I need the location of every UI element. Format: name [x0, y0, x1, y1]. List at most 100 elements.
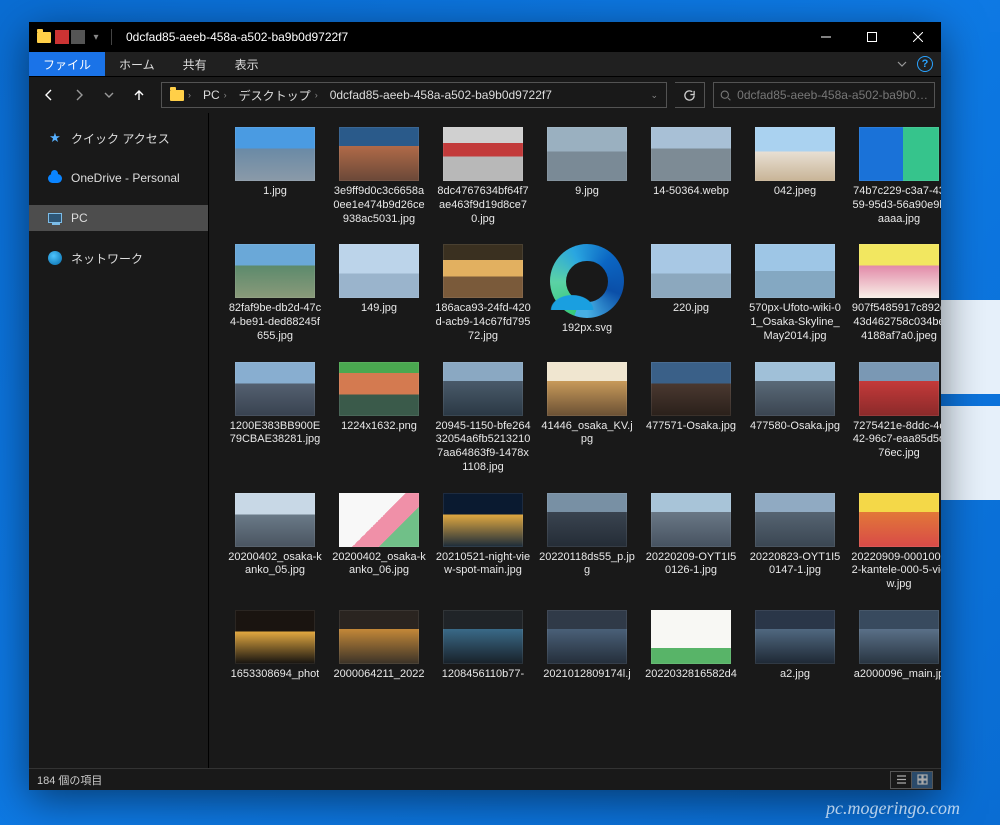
file-thumbnail [235, 362, 315, 416]
file-thumbnail [651, 610, 731, 664]
file-thumbnail [443, 127, 523, 181]
file-thumbnail [547, 127, 627, 181]
file-item[interactable]: 82faf9be-db2d-47c4-be91-ded88245f655.jpg [227, 244, 323, 343]
tab-view[interactable]: 表示 [221, 52, 273, 76]
address-dropdown-icon[interactable]: ⌄ [644, 90, 664, 101]
file-item[interactable]: 1224x1632.png [331, 362, 427, 475]
file-name-label: 570px-Ufoto-wiki-01_Osaka-Skyline_May201… [747, 302, 843, 343]
close-button[interactable] [895, 22, 941, 52]
file-item[interactable]: 1653308694_phot [227, 610, 323, 682]
file-item[interactable]: 1208456110b77- [435, 610, 531, 682]
back-button[interactable] [35, 81, 63, 109]
file-name-label: 192px.svg [562, 322, 612, 336]
file-list-pane[interactable]: 1.jpg3e9ff9d0c3c6658a0ee1e474b9d26ce938a… [209, 113, 941, 768]
file-item[interactable]: 907f5485917c892d43d462758c034be4188af7a0… [851, 244, 941, 343]
forward-button[interactable] [65, 81, 93, 109]
qat-dropdown-icon[interactable]: ▾ [87, 28, 105, 46]
edge-icon [550, 244, 624, 318]
file-item[interactable]: 9.jpg [539, 127, 635, 226]
file-item[interactable]: 20200402_osaka-kanko_06.jpg [331, 493, 427, 592]
file-item[interactable]: a2000096_main.jp [851, 610, 941, 682]
explorer-body: ★ クイック アクセス OneDrive - Personal PC ネットワー… [29, 113, 941, 768]
file-item[interactable]: 1200E383BB900E79CBAE38281.jpg [227, 362, 323, 475]
ribbon-tabs: ファイル ホーム 共有 表示 ? [29, 52, 941, 77]
quick-access-toolbar: ▾ [29, 28, 122, 46]
file-thumbnail [859, 127, 939, 181]
refresh-button[interactable] [675, 82, 705, 108]
sidebar-item-onedrive[interactable]: OneDrive - Personal [29, 165, 208, 191]
file-item[interactable]: 41446_osaka_KV.jpg [539, 362, 635, 475]
file-item[interactable]: 7275421e-8ddc-4c42-96c7-eaa85d5d76ec.jpg [851, 362, 941, 475]
file-item[interactable]: 74b7c229-c3a7-4359-95d3-56a90e9baaaa.jpg [851, 127, 941, 226]
file-thumbnail [651, 362, 731, 416]
recent-locations-button[interactable] [95, 81, 123, 109]
qat-icon-1[interactable] [55, 30, 69, 44]
file-name-label: 149.jpg [361, 302, 397, 316]
file-item[interactable]: 570px-Ufoto-wiki-01_Osaka-Skyline_May201… [747, 244, 843, 343]
file-item[interactable]: 20220909-00010002-kantele-000-5-view.jpg [851, 493, 941, 592]
file-item[interactable]: 20220118ds55_p.jpg [539, 493, 635, 592]
tab-share[interactable]: 共有 [169, 52, 221, 76]
cloud-icon [47, 170, 63, 186]
qat-icon-2[interactable] [71, 30, 85, 44]
sidebar-item-network[interactable]: ネットワーク [29, 245, 208, 271]
file-item[interactable]: 186aca93-24fd-420d-acb9-14c67fd79572.jpg [435, 244, 531, 343]
file-thumbnail [235, 493, 315, 547]
file-name-label: 8dc4767634bf64f7ae463f9d19d8ce70.jpg [435, 185, 531, 226]
ribbon-expand-button[interactable] [887, 52, 917, 76]
search-box[interactable]: 0dcfad85-aeeb-458a-a502-ba9b0d9722... [713, 82, 935, 108]
address-bar[interactable]: › PC› デスクトップ› 0dcfad85-aeeb-458a-a502-ba… [161, 82, 667, 108]
file-item[interactable]: 20945-1150-bfe26432054a6fb52132107aa6486… [435, 362, 531, 475]
tab-home[interactable]: ホーム [105, 52, 169, 76]
file-item[interactable]: 2000064211_2022 [331, 610, 427, 682]
file-item[interactable]: 2022032816582d4 [643, 610, 739, 682]
titlebar: ▾ 0dcfad85-aeeb-458a-a502-ba9b0d9722f7 [29, 22, 941, 52]
file-name-label: 20220118ds55_p.jpg [539, 551, 635, 579]
file-item[interactable]: 192px.svg [539, 244, 635, 343]
file-item[interactable]: 042.jpeg [747, 127, 843, 226]
file-thumbnail [859, 362, 939, 416]
maximize-button[interactable] [849, 22, 895, 52]
file-item[interactable]: 149.jpg [331, 244, 427, 343]
sidebar-label: クイック アクセス [71, 130, 170, 147]
file-item[interactable]: 477571-Osaka.jpg [643, 362, 739, 475]
file-item[interactable]: 477580-Osaka.jpg [747, 362, 843, 475]
up-button[interactable] [125, 81, 153, 109]
file-name-label: a2000096_main.jp [854, 668, 941, 682]
file-name-label: 477580-Osaka.jpg [750, 420, 840, 434]
window-controls [803, 22, 941, 52]
file-thumbnail [339, 127, 419, 181]
breadcrumb-folder[interactable]: 0dcfad85-aeeb-458a-a502-ba9b0d9722f7 [324, 83, 558, 107]
view-details-button[interactable] [890, 771, 912, 789]
file-item[interactable]: 14-50364.webp [643, 127, 739, 226]
tab-file[interactable]: ファイル [29, 52, 105, 76]
help-button[interactable]: ? [917, 56, 933, 72]
file-item[interactable]: 20220823-OYT1I50147-1.jpg [747, 493, 843, 592]
sidebar-item-quick-access[interactable]: ★ クイック アクセス [29, 125, 208, 151]
breadcrumb-desktop[interactable]: デスクトップ› [233, 83, 324, 107]
navigation-pane: ★ クイック アクセス OneDrive - Personal PC ネットワー… [29, 113, 209, 768]
breadcrumb-pc[interactable]: PC› [197, 83, 233, 107]
file-item[interactable]: 2021012809174l.j [539, 610, 635, 682]
sidebar-item-pc[interactable]: PC [29, 205, 208, 231]
search-placeholder: 0dcfad85-aeeb-458a-a502-ba9b0d9722... [737, 88, 928, 102]
sidebar-label: OneDrive - Personal [71, 171, 180, 185]
file-item[interactable]: a2.jpg [747, 610, 843, 682]
file-thumbnail [235, 610, 315, 664]
file-item[interactable]: 3e9ff9d0c3c6658a0ee1e474b9d26ce938ac5031… [331, 127, 427, 226]
file-item[interactable]: 8dc4767634bf64f7ae463f9d19d8ce70.jpg [435, 127, 531, 226]
file-item[interactable]: 20200402_osaka-kanko_05.jpg [227, 493, 323, 592]
minimize-button[interactable] [803, 22, 849, 52]
network-icon [47, 250, 63, 266]
folder-icon [35, 28, 53, 46]
file-item[interactable]: 1.jpg [227, 127, 323, 226]
file-item[interactable]: 20220209-OYT1I50126-1.jpg [643, 493, 739, 592]
file-item[interactable]: 220.jpg [643, 244, 739, 343]
file-item[interactable]: 20210521-night-view-spot-main.jpg [435, 493, 531, 592]
view-thumbnails-button[interactable] [911, 771, 933, 789]
search-icon [720, 89, 731, 102]
file-thumbnail [235, 244, 315, 298]
file-name-label: 907f5485917c892d43d462758c034be4188af7a0… [851, 302, 941, 343]
file-thumbnail [339, 493, 419, 547]
file-name-label: 2000064211_2022 [334, 668, 425, 682]
